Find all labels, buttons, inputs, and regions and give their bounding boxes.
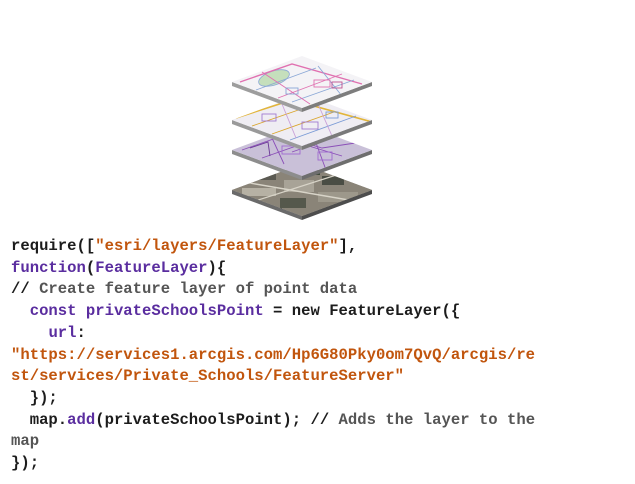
code-line-8: }); [11, 388, 58, 407]
url-string-part-1: "https://services1.arcgis.com/Hp6G80Pky0… [11, 345, 536, 364]
comment-marker: // [310, 410, 330, 429]
code-line-1: require(["esri/layers/FeatureLayer"], [11, 237, 357, 255]
const-keyword: const [29, 302, 77, 321]
add-method: add [67, 410, 96, 429]
url-string-part-2: st/services/Private_Schools/FeatureServe… [11, 367, 405, 386]
street-map-layer [232, 56, 372, 112]
punctuation: ([ [76, 237, 96, 255]
comment-continuation: map [11, 432, 40, 451]
comment-text: Create feature layer of point data [29, 280, 358, 299]
code-line-2: function(FeatureLayer){ [11, 259, 226, 277]
punctuation: ( [85, 258, 96, 277]
variable-name: privateSchoolsPoint [85, 302, 264, 321]
comment-marker: // [11, 280, 30, 299]
function-param: FeatureLayer [95, 258, 208, 277]
code-line-3-comment: // Create feature layer of point data [11, 280, 357, 298]
function-keyword: function [11, 258, 86, 277]
map-object: map. [29, 410, 68, 429]
punctuation: : [76, 323, 86, 342]
inline-comment: // Adds the layer to the [310, 411, 535, 429]
code-line-4: const privateSchoolsPoint = new FeatureL… [11, 302, 460, 320]
require-call: require [11, 237, 77, 255]
punctuation: ){ [207, 258, 227, 277]
constructor-call: = new FeatureLayer({ [263, 302, 461, 321]
code-line-11: }); [11, 454, 40, 473]
code-snippet: require(["esri/layers/FeatureLayer"], fu… [11, 236, 626, 475]
url-key: url [48, 323, 77, 342]
add-arguments: (privateSchoolsPoint); [95, 410, 311, 429]
code-line-9: map.add(privateSchoolsPoint); // Adds th… [11, 411, 535, 429]
module-path-string: "esri/layers/FeatureLayer" [95, 237, 339, 255]
stacked-map-layers-graphic [232, 56, 372, 220]
punctuation: ], [338, 237, 358, 255]
code-line-5: url: [11, 323, 86, 342]
comment-text: Adds the layer to the [329, 410, 536, 429]
